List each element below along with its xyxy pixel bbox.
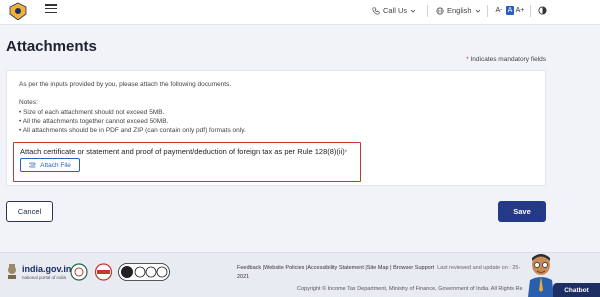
intro-text: As per the inputs provided by you, pleas… bbox=[19, 81, 232, 88]
divider bbox=[427, 5, 428, 17]
attachments-card: As per the inputs provided by you, pleas… bbox=[6, 70, 546, 186]
india-gov-tagline: national portal of india bbox=[22, 275, 67, 280]
call-us-button[interactable]: Call Us bbox=[372, 6, 416, 15]
india-gov-link[interactable]: india.gov.in bbox=[22, 264, 71, 274]
menu-icon[interactable] bbox=[45, 4, 57, 13]
note-item: All attachments should be in PDF and ZIP… bbox=[19, 126, 246, 135]
contrast-icon[interactable] bbox=[538, 6, 547, 15]
phone-icon bbox=[372, 6, 380, 15]
footer-link-browser-support[interactable]: Browser Support bbox=[393, 265, 434, 271]
attach-file-label: Attach File bbox=[40, 161, 71, 169]
footer-link-accessibility[interactable]: Accessibility Statement bbox=[307, 265, 364, 271]
last-updated-year: 2021 bbox=[237, 274, 250, 280]
chevron-down-icon bbox=[475, 9, 480, 13]
divider bbox=[487, 5, 488, 17]
notes-list: Size of each attachment should not excee… bbox=[19, 108, 246, 135]
chatbot-button[interactable]: Chatbot bbox=[553, 283, 600, 297]
mandatory-note: * Indicates mandatory fields bbox=[466, 56, 546, 63]
quality-badge-icon bbox=[70, 263, 88, 281]
footer-links: Feedback |Website Policies |Accessibilit… bbox=[237, 265, 521, 271]
font-normal-button[interactable]: A bbox=[506, 6, 514, 15]
page-title: Attachments bbox=[6, 38, 97, 55]
chevron-down-icon bbox=[410, 9, 416, 13]
footer-link-website-policies[interactable]: Website Policies bbox=[264, 265, 304, 271]
notes-title: Notes: bbox=[19, 99, 38, 106]
call-us-label: Call Us bbox=[383, 6, 408, 15]
gigw-badge-icon bbox=[94, 263, 113, 281]
attachment-field-box: Attach certificate or statement and proo… bbox=[13, 142, 361, 182]
top-header: Call Us English A- A A+ bbox=[0, 0, 600, 25]
save-button[interactable]: Save bbox=[498, 201, 546, 222]
footer-link-feedback[interactable]: Feedback bbox=[237, 265, 261, 271]
accessibility-badge-icon bbox=[118, 263, 170, 281]
national-emblem-icon bbox=[8, 264, 16, 279]
last-updated-text: Last reviewed and update on : 25- bbox=[437, 265, 521, 271]
divider bbox=[530, 5, 531, 17]
globe-icon bbox=[436, 6, 444, 15]
language-select[interactable]: English bbox=[436, 6, 481, 15]
note-item: All the attachments together cannot exce… bbox=[19, 117, 246, 126]
font-increase-button[interactable]: A+ bbox=[516, 6, 525, 15]
attach-file-button[interactable]: Attach File bbox=[20, 158, 80, 172]
note-item: Size of each attachment should not excee… bbox=[19, 108, 246, 117]
footer: india.gov.in national portal of india Fe… bbox=[0, 252, 600, 297]
font-decrease-button[interactable]: A- bbox=[495, 6, 503, 15]
footer-link-site-map[interactable]: Site Map bbox=[367, 265, 389, 271]
language-label: English bbox=[447, 6, 472, 15]
attachment-label: Attach certificate or statement and proo… bbox=[20, 147, 348, 156]
income-tax-logo[interactable] bbox=[8, 2, 28, 20]
cancel-button[interactable]: Cancel bbox=[6, 201, 53, 222]
paperclip-icon bbox=[29, 162, 36, 168]
copyright-text: Copyright © Income Tax Department, Minis… bbox=[297, 286, 523, 292]
